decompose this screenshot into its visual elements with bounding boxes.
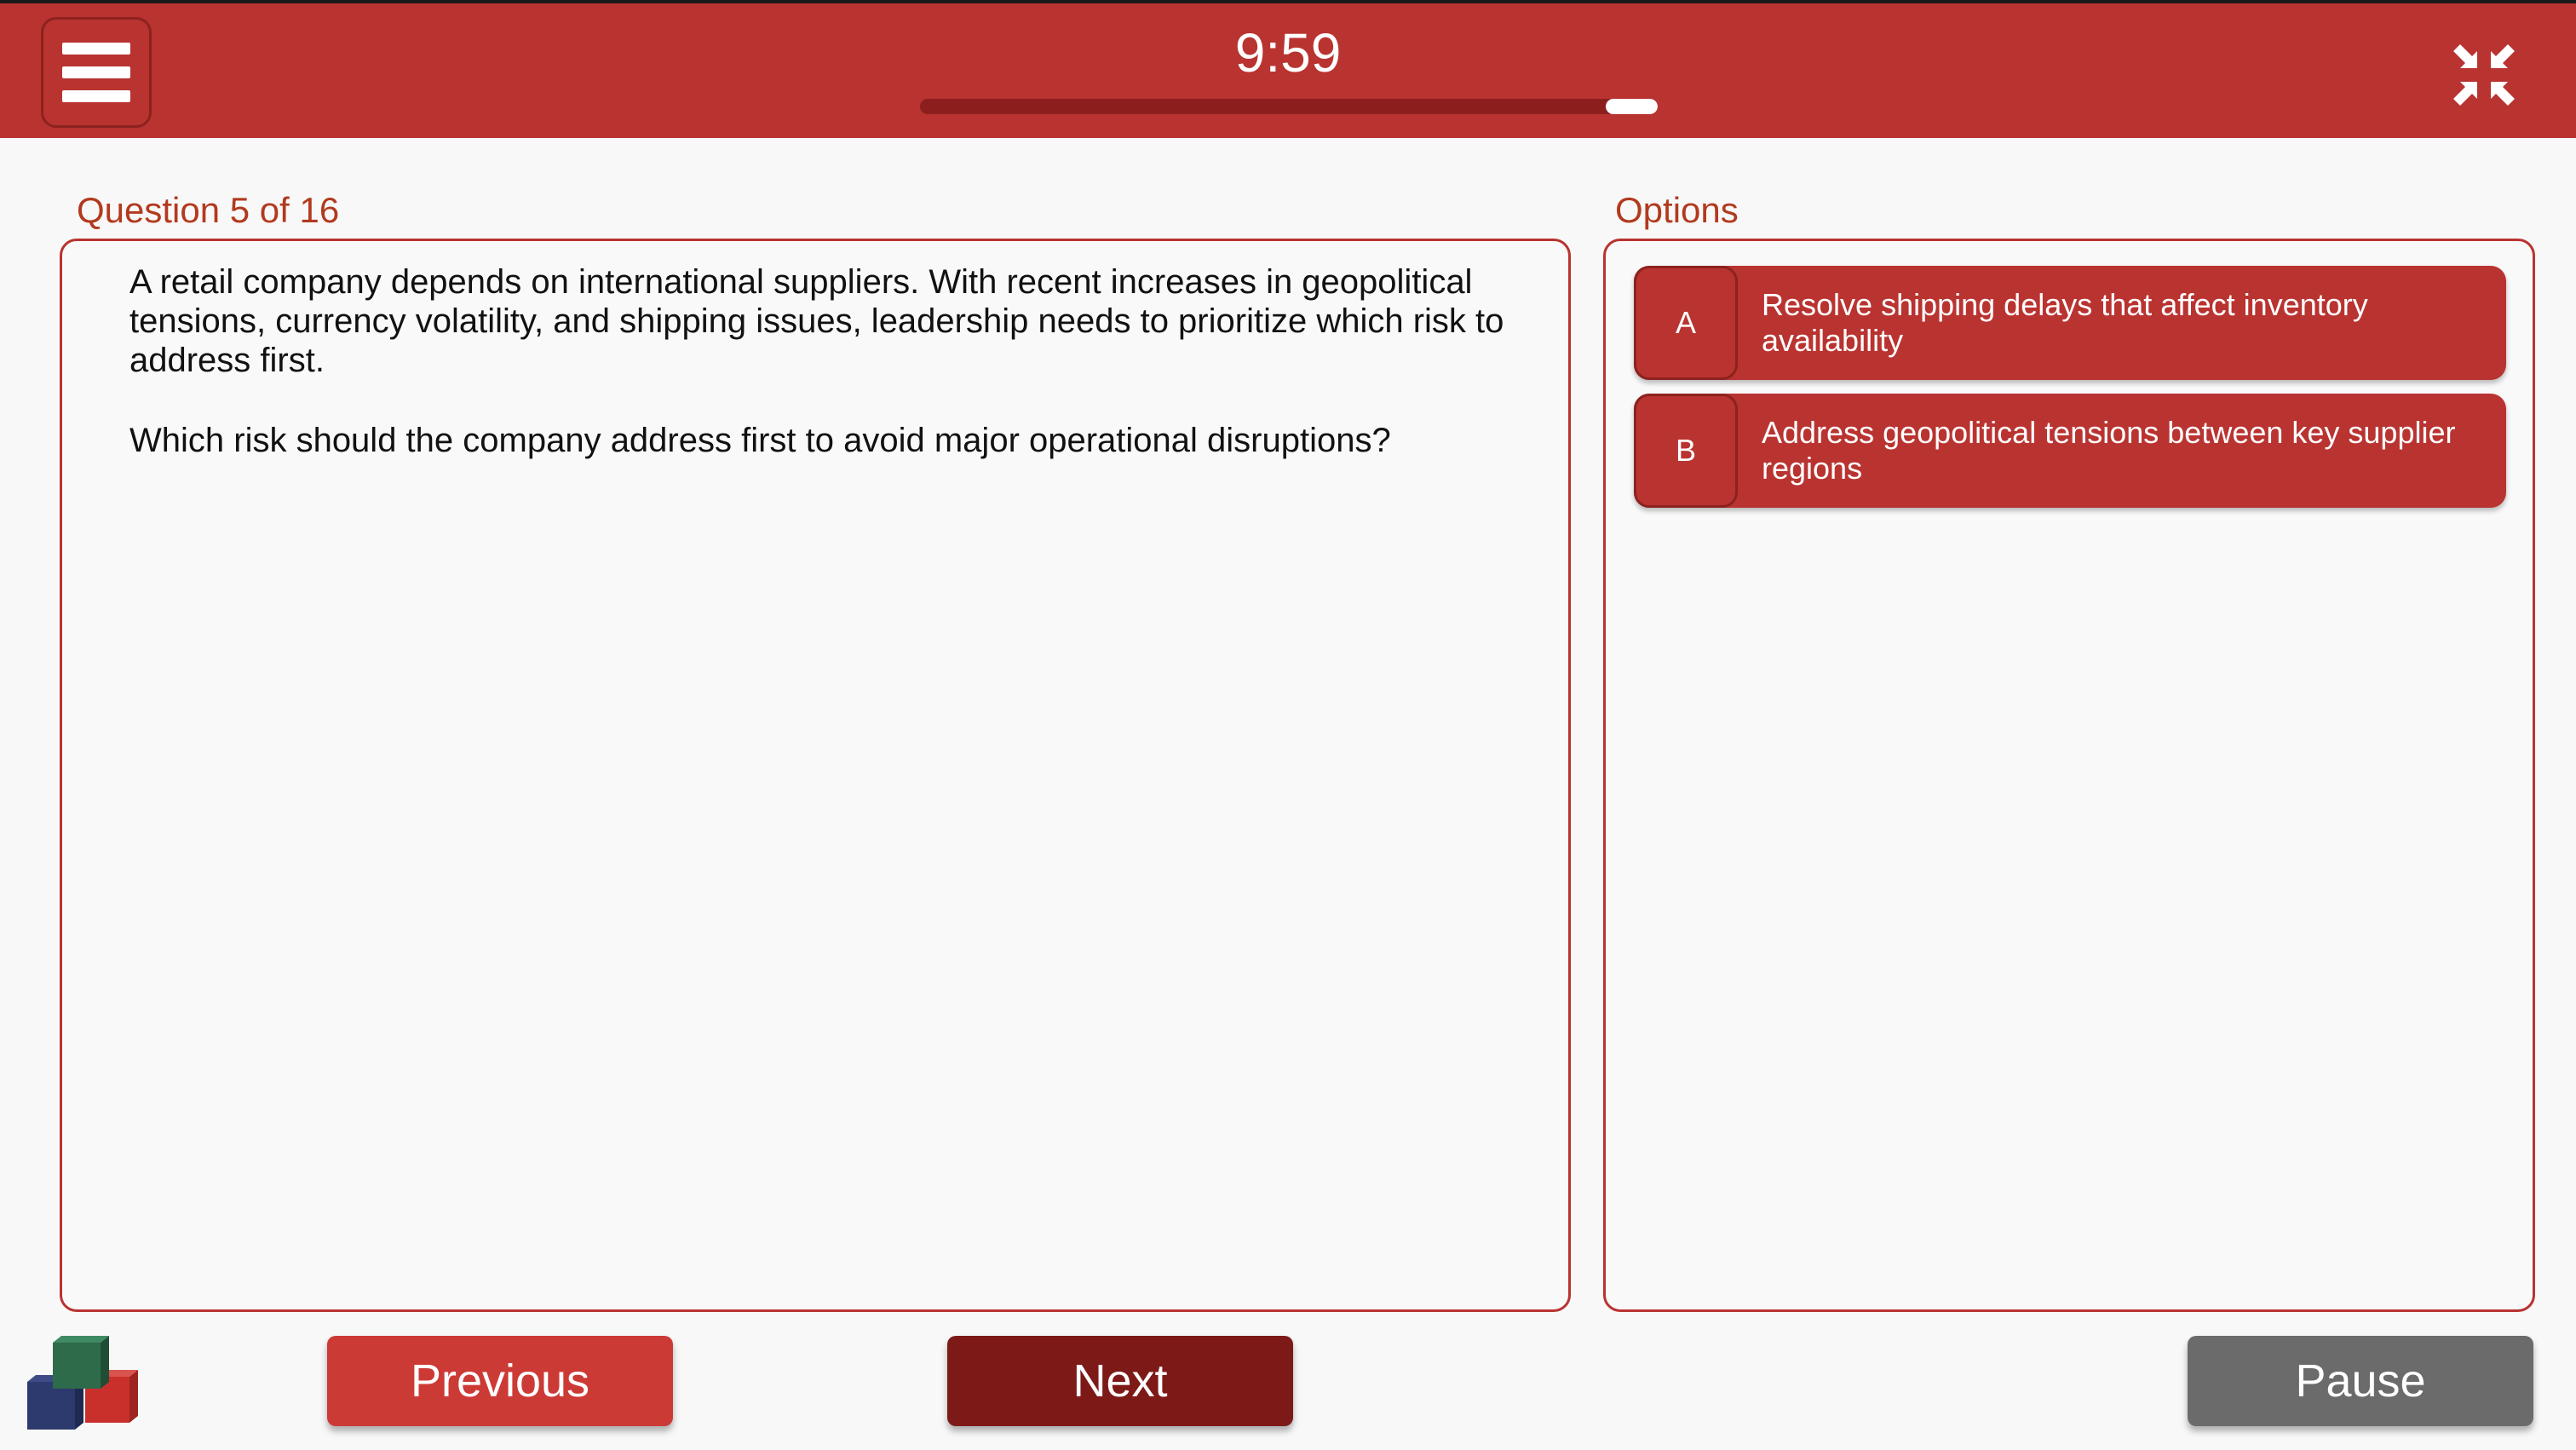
options-label: Options xyxy=(1615,190,1739,230)
option-a-letter: A xyxy=(1634,266,1738,380)
next-button[interactable]: Next xyxy=(947,1336,1293,1426)
hamburger-line xyxy=(62,90,130,102)
previous-button[interactable]: Previous xyxy=(327,1336,673,1426)
option-b-letter: B xyxy=(1634,394,1738,508)
time-progress-fill xyxy=(1606,99,1658,114)
question-counter: Question 5 of 16 xyxy=(77,190,340,230)
option-b-text: Address geopolitical tensions between ke… xyxy=(1762,415,2456,486)
option-a-text: Resolve shipping delays that affect inve… xyxy=(1762,287,2368,358)
option-a[interactable]: A Resolve shipping delays that affect in… xyxy=(1634,266,2506,380)
timer: 9:59 xyxy=(1234,22,1342,83)
top-bar: 9:59 xyxy=(0,0,2576,138)
time-progress-bar xyxy=(920,99,1658,114)
pause-button[interactable]: Pause xyxy=(2188,1336,2533,1426)
question-text: A retail company depends on internationa… xyxy=(129,262,1518,501)
question-paragraph-context: A retail company depends on internationa… xyxy=(129,263,1504,379)
option-b[interactable]: B Address geopolitical tensions between … xyxy=(1634,394,2506,508)
collapse-fullscreen-icon[interactable] xyxy=(2450,41,2518,109)
question-paragraph-prompt: Which risk should the company address fi… xyxy=(129,422,1391,459)
stacked-cubes-logo xyxy=(27,1336,138,1430)
